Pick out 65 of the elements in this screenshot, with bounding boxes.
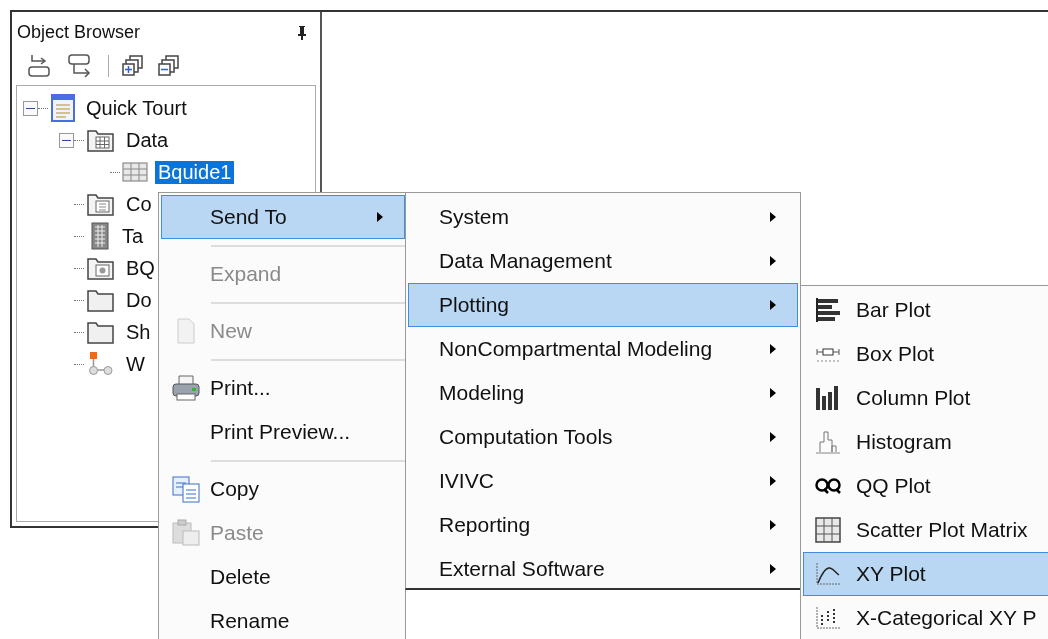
menu-item[interactable]: Scatter Plot Matrix bbox=[803, 508, 1048, 552]
folder-icon bbox=[86, 255, 116, 281]
histogram-icon bbox=[814, 428, 842, 456]
menu-item[interactable]: XY Plot bbox=[803, 552, 1048, 596]
collapse-all-icon[interactable] bbox=[157, 54, 181, 78]
folder-icon bbox=[86, 191, 116, 217]
tree-item[interactable]: Data bbox=[123, 128, 172, 152]
tree-item[interactable]: W bbox=[123, 352, 148, 376]
menu-item[interactable]: IVIVC bbox=[408, 459, 798, 503]
submenu-arrow-icon bbox=[769, 431, 777, 443]
submenu-arrow-icon bbox=[769, 299, 777, 311]
bar-chart-icon bbox=[814, 296, 842, 324]
submenu-arrow-icon bbox=[769, 475, 777, 487]
tree-item[interactable]: Co bbox=[123, 192, 155, 216]
menu-item[interactable]: External Software bbox=[408, 547, 798, 591]
menu-item[interactable]: Histogram bbox=[803, 420, 1048, 464]
clipboard-icon bbox=[171, 519, 201, 547]
menu-item[interactable]: Computation Tools bbox=[408, 415, 798, 459]
menu-item[interactable]: Rename bbox=[161, 599, 405, 639]
tree-item[interactable]: Do bbox=[123, 288, 155, 312]
submenu-arrow-icon bbox=[769, 519, 777, 531]
menu-item[interactable]: Print Preview... bbox=[161, 410, 405, 454]
menu-item[interactable]: QQ Plot bbox=[803, 464, 1048, 508]
tree-item[interactable]: Bquide1 bbox=[155, 160, 235, 184]
folder-icon bbox=[86, 127, 116, 153]
printer-icon bbox=[171, 374, 201, 402]
submenu-arrow-icon bbox=[769, 343, 777, 355]
line-chart-icon bbox=[814, 561, 842, 587]
submenu-arrow-icon bbox=[769, 211, 777, 223]
submenu-arrow-icon bbox=[769, 255, 777, 267]
menu-item[interactable]: Delete bbox=[161, 555, 405, 599]
menu-item[interactable]: Print... bbox=[161, 366, 405, 410]
menu-item[interactable]: System bbox=[408, 195, 798, 239]
collapse-toggle-icon[interactable] bbox=[59, 132, 74, 148]
tree-item[interactable]: BQ bbox=[123, 256, 158, 280]
menu-item[interactable]: Send To bbox=[161, 195, 405, 239]
menu-item[interactable]: Column Plot bbox=[803, 376, 1048, 420]
table-document-icon bbox=[50, 94, 76, 122]
menu-item[interactable]: NonCompartmental Modeling bbox=[408, 327, 798, 371]
copy-icon bbox=[171, 475, 201, 503]
menu-item[interactable]: Reporting bbox=[408, 503, 798, 547]
workflow-icon bbox=[86, 351, 116, 377]
menu-item[interactable]: Bar Plot bbox=[803, 288, 1048, 332]
document-icon bbox=[176, 318, 196, 344]
pin-icon[interactable] bbox=[296, 24, 308, 41]
folder-icon bbox=[86, 287, 116, 313]
menu-item[interactable]: Modeling bbox=[408, 371, 798, 415]
grid-icon bbox=[122, 161, 148, 183]
submenu-arrow-icon bbox=[769, 563, 777, 575]
tree-item[interactable]: Ta bbox=[119, 224, 147, 248]
menu-item[interactable]: Plotting bbox=[408, 283, 798, 327]
tree-item[interactable]: Quick Tourt bbox=[83, 96, 190, 120]
submenu-arrow-icon bbox=[376, 211, 384, 223]
tree-item[interactable]: Sh bbox=[123, 320, 154, 344]
menu-item[interactable]: X-Categorical XY P bbox=[803, 596, 1048, 639]
submenu-arrow-icon bbox=[769, 387, 777, 399]
menu-item[interactable]: Data Management bbox=[408, 239, 798, 283]
menu-item[interactable]: Box Plot bbox=[803, 332, 1048, 376]
menu-item[interactable]: Copy bbox=[161, 467, 405, 511]
folder-icon bbox=[86, 319, 116, 345]
panel-title: Object Browser bbox=[17, 22, 141, 43]
expand-all-icon[interactable] bbox=[121, 54, 145, 78]
grid-icon bbox=[814, 516, 842, 544]
collapse-toggle-icon[interactable] bbox=[23, 100, 38, 116]
dot-plot-icon bbox=[814, 605, 842, 631]
